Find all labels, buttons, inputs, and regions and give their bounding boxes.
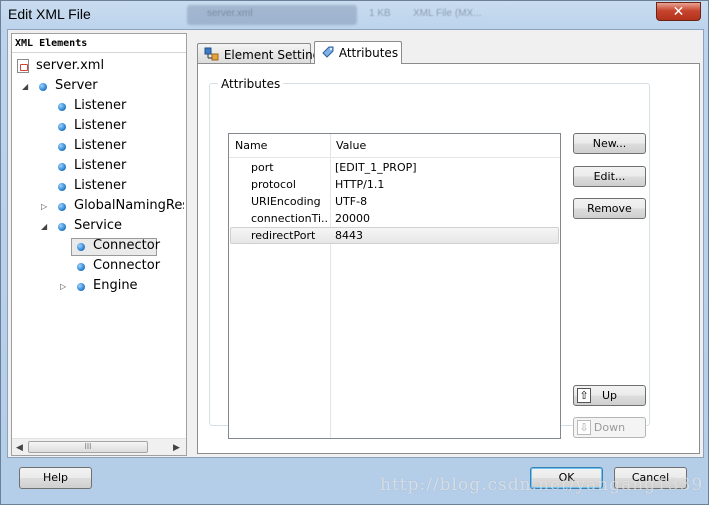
move-down-button: ⇩ Down <box>573 417 646 438</box>
attributes-group-label: Attributes <box>218 77 284 91</box>
element-bullet-icon <box>58 163 66 171</box>
scroll-thumb[interactable]: III <box>28 441 148 453</box>
tag-icon <box>322 46 334 58</box>
tab-element-settings[interactable]: Element Settings <box>197 43 327 63</box>
edit-attribute-button[interactable]: Edit... <box>573 166 646 187</box>
attribute-value: UTF-8 <box>335 195 368 208</box>
remove-attribute-button[interactable]: Remove <box>573 198 646 219</box>
attribute-value: 8443 <box>335 229 363 242</box>
element-settings-icon <box>204 47 219 61</box>
scroll-grip-icon: III <box>84 442 92 451</box>
element-bullet-icon <box>58 183 66 191</box>
element-bullet-icon <box>58 143 66 151</box>
xml-elements-tree[interactable]: XML Elements server.xml ◢ Server Listene… <box>11 33 187 456</box>
tree-item-listener[interactable]: Listener <box>74 117 126 135</box>
column-separator <box>330 134 331 438</box>
column-header-name[interactable]: Name <box>229 134 330 158</box>
tree-item-listener[interactable]: Listener <box>74 137 126 155</box>
element-bullet-icon <box>77 243 85 251</box>
tree-item-connector-selected[interactable]: Connector <box>93 237 160 255</box>
element-bullet-icon <box>58 223 66 231</box>
scroll-left-icon[interactable]: ◀ <box>16 442 23 453</box>
close-button[interactable]: ✕ <box>656 2 701 21</box>
move-down-label: Down <box>593 421 626 434</box>
background-tab-file: server.xml <box>207 8 253 19</box>
tree-item-global-naming-resources[interactable]: GlobalNamingResc <box>74 197 184 215</box>
tree-header: XML Elements <box>12 34 186 53</box>
xml-file-icon <box>17 59 29 73</box>
tree-item-listener[interactable]: Listener <box>74 97 126 115</box>
attribute-value: [EDIT_1_PROP] <box>335 161 417 174</box>
tab-attributes[interactable]: Attributes <box>314 41 402 64</box>
scroll-right-icon[interactable]: ▶ <box>173 442 180 453</box>
attribute-name: connectionTi... <box>251 212 328 225</box>
attribute-value: HTTP/1.1 <box>335 178 385 191</box>
help-button[interactable]: Help <box>19 467 92 489</box>
tree-item-listener[interactable]: Listener <box>74 157 126 175</box>
element-bullet-icon <box>58 103 66 111</box>
element-bullet-icon <box>77 263 85 271</box>
collapse-icon[interactable]: ◢ <box>22 82 28 91</box>
watermark-text: http://blog.csdn.net/yangang1339 <box>380 475 704 495</box>
move-up-label: Up <box>601 389 618 402</box>
element-bullet-icon <box>58 203 66 211</box>
expand-icon[interactable]: ▷ <box>41 202 47 211</box>
background-tab-type: XML File (MX... <box>413 8 482 19</box>
dialog-client-area: XML Elements server.xml ◢ Server Listene… <box>7 29 704 458</box>
tab-element-settings-label: Element Settings <box>223 48 327 62</box>
attribute-name: redirectPort <box>251 229 316 242</box>
move-up-button[interactable]: ⇧ Up <box>573 385 646 406</box>
tree-item-engine[interactable]: Engine <box>93 277 138 295</box>
tree-item-connector[interactable]: Connector <box>93 257 160 275</box>
tree-item-service[interactable]: Service <box>74 217 122 235</box>
window-title: Edit XML File <box>8 6 91 22</box>
column-header-value[interactable]: Value <box>330 134 560 158</box>
edit-xml-dialog: Edit XML File server.xml 1 KB XML File (… <box>0 0 709 505</box>
element-bullet-icon <box>77 283 85 291</box>
collapse-icon[interactable]: ◢ <box>41 222 47 231</box>
attributes-tab-panel: Attributes Name Value port [EDIT_1_PROP]… <box>197 63 700 454</box>
attribute-name: URIEncoding <box>251 195 321 208</box>
tree-horizontal-scrollbar[interactable]: ◀ III ▶ <box>12 438 186 455</box>
tree-item-listener[interactable]: Listener <box>74 177 126 195</box>
expand-icon[interactable]: ▷ <box>60 282 66 291</box>
element-bullet-icon <box>58 123 66 131</box>
attribute-name: protocol <box>251 178 296 191</box>
element-bullet-icon <box>39 83 47 91</box>
attribute-name: port <box>251 161 274 174</box>
arrow-up-icon: ⇧ <box>577 388 591 403</box>
tab-attributes-label: Attributes <box>338 46 399 60</box>
arrow-down-icon: ⇩ <box>577 420 591 435</box>
attributes-list[interactable]: Name Value port [EDIT_1_PROP] protocol H… <box>228 133 561 439</box>
attribute-value: 20000 <box>335 212 370 225</box>
background-tab-size: 1 KB <box>369 8 391 19</box>
tree-item-server[interactable]: Server <box>55 77 98 95</box>
new-attribute-button[interactable]: New... <box>573 133 646 154</box>
tree-item-server-xml[interactable]: server.xml <box>36 57 104 75</box>
close-icon: ✕ <box>672 3 685 19</box>
